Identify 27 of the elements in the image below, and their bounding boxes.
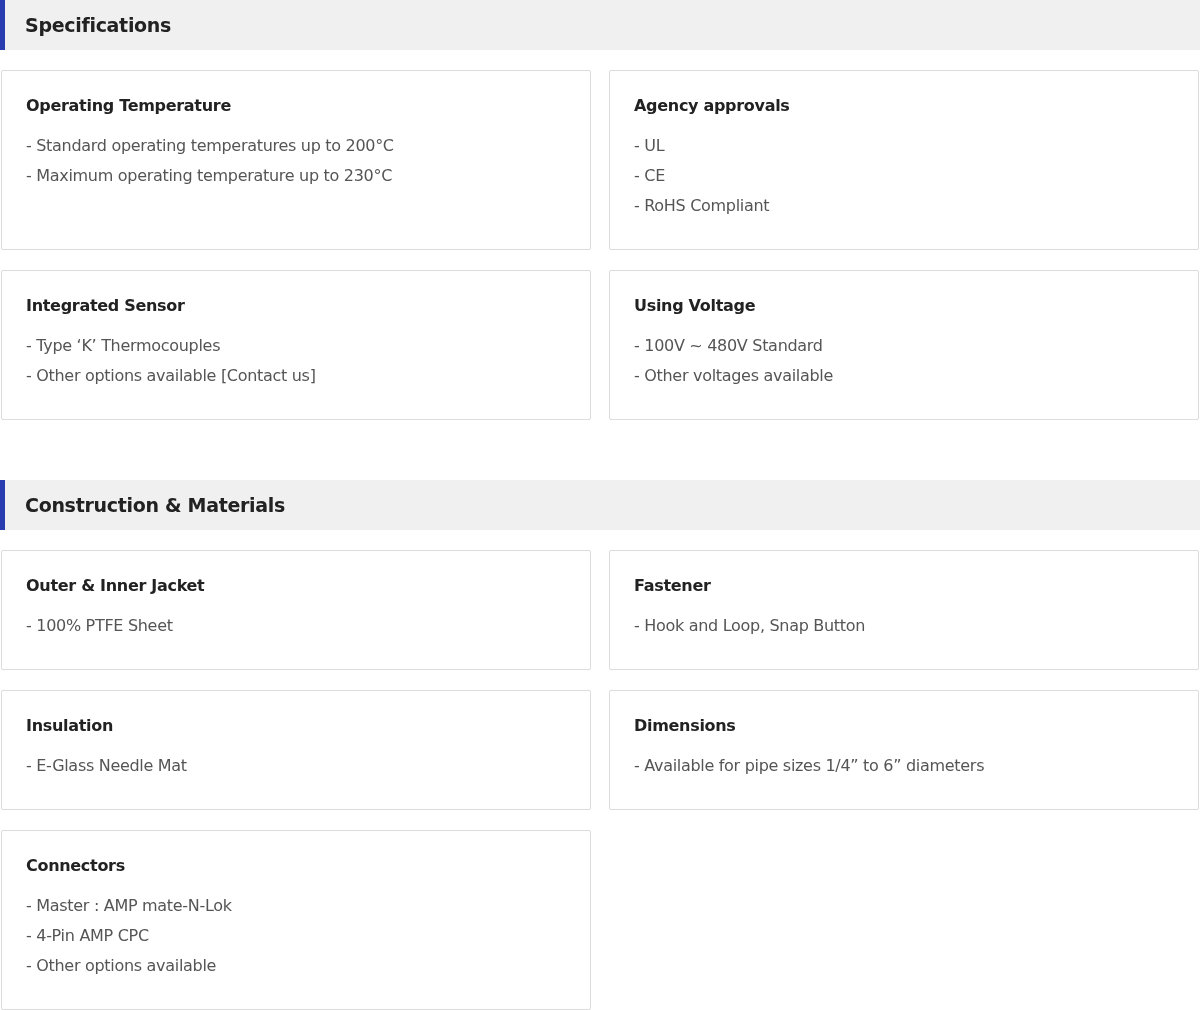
spec-item: - CE [634,165,666,187]
card-title: Outer & Inner Jacket [26,576,206,596]
card-title: Insulation [26,716,115,736]
spec-item: - 100V ~ 480V Standard [634,335,824,357]
card-title: Connectors [26,856,126,876]
section-header: Construction & Materials [0,480,1200,530]
card-title: Integrated Sensor [26,296,186,316]
card-title: Using Voltage [634,296,757,316]
card-title: Operating Temperature [26,96,232,116]
card-title: Fastener [634,576,712,596]
spec-item: - Maximum operating temperature up to 230°C [26,165,394,187]
spec-item: - Other voltages available [634,365,834,387]
spec-item: - Other options available [Contact us] [26,365,317,387]
spec-item: - Master : AMP mate-N-Lok [26,895,233,917]
spec-item: - Hook and Loop, Snap Button [634,615,867,637]
spec-item: - RoHS Compliant [634,195,771,217]
spec-item: - UL [634,135,666,157]
spec-item: - Type ‘K’ Thermocouples [26,335,222,357]
card-title: Agency approvals [634,96,791,116]
spec-item: - E-Glass Needle Mat [26,755,188,777]
spec-item: - Available for pipe sizes 1/4” to 6” diameters [634,755,986,777]
section-header: Specifications [0,0,1200,50]
spec-item: - Other options available [26,955,218,977]
spec-item: - Standard operating temperatures up to 200°C [26,135,395,157]
card-title: Dimensions [634,716,737,736]
spec-item: - 4-Pin AMP CPC [26,925,150,947]
spec-item: - 100% PTFE Sheet [26,615,174,637]
